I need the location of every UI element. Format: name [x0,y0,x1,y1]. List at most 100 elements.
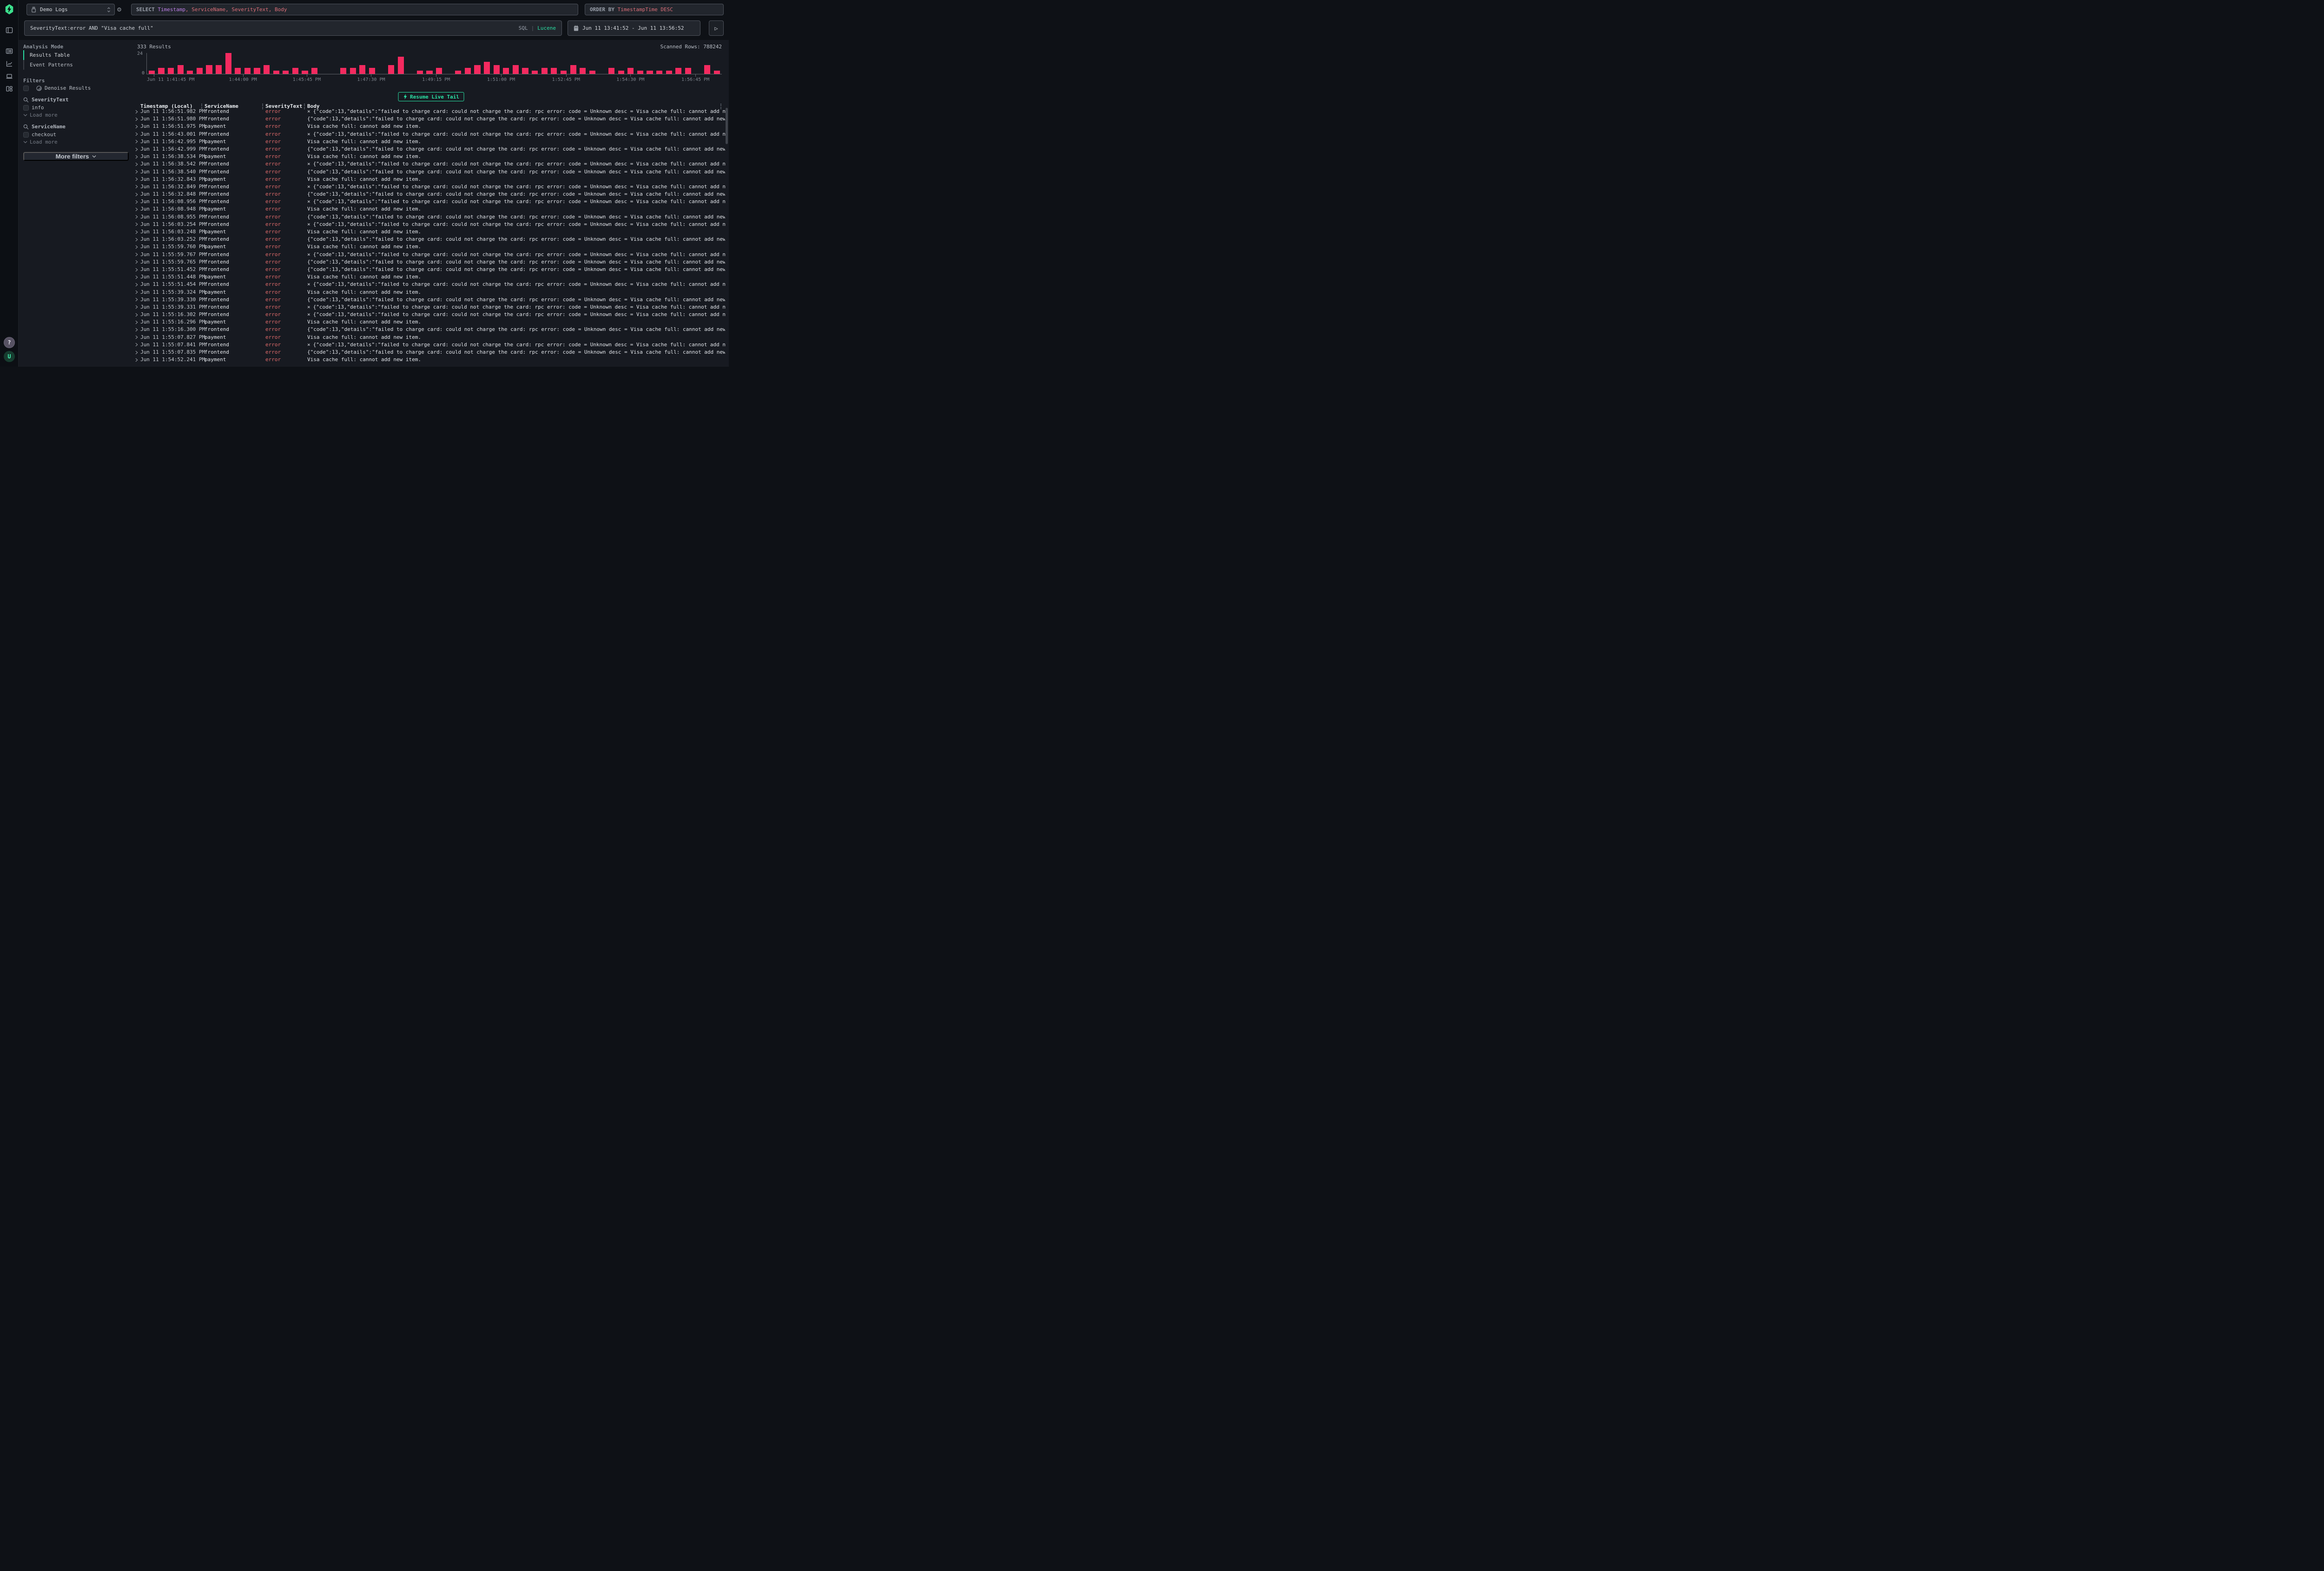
row-expand-chevron-icon[interactable] [135,215,140,219]
table-row[interactable]: Jun 11 1:55:16.300 PMfrontenderror{"code… [133,326,725,333]
row-expand-chevron-icon[interactable] [135,230,140,234]
histogram-bar-slot[interactable] [588,53,597,74]
table-row[interactable]: Jun 11 1:56:08.948 PMpaymenterrorVisa ca… [133,205,725,213]
histogram-bar-slot[interactable] [549,53,559,74]
row-expand-chevron-icon[interactable] [135,275,140,279]
histogram-bar[interactable] [551,68,557,74]
histogram-bar-slot[interactable] [434,53,444,74]
more-filters-button[interactable]: More filters [23,152,129,161]
row-expand-chevron-icon[interactable] [135,245,140,249]
search-icon[interactable] [23,124,29,130]
histogram-bar-slot[interactable] [157,53,166,74]
table-row[interactable]: Jun 11 1:56:38.542 PMfrontenderror×{"cod… [133,160,725,168]
vertical-scrollbar-thumb[interactable] [726,108,728,144]
histogram-bar[interactable] [589,71,595,74]
load-more-servicename[interactable]: Load more [23,139,58,145]
laptop-icon[interactable] [6,73,13,80]
run-query-button[interactable]: ▷ [709,20,724,36]
histogram-bar[interactable] [580,68,586,74]
histogram-bar[interactable] [465,68,471,74]
histogram-bar-slot[interactable] [568,53,578,74]
table-row[interactable]: Jun 11 1:56:42.999 PMfrontenderror{"code… [133,145,725,153]
help-button[interactable]: ? [4,337,15,348]
histogram-bar[interactable] [197,68,203,74]
row-expand-chevron-icon[interactable] [135,185,140,189]
histogram-bar[interactable] [398,57,404,74]
histogram-bar-slot[interactable] [348,53,358,74]
histogram-bar[interactable] [484,62,490,74]
filter-option-label[interactable]: checkout [32,132,56,138]
order-by-input[interactable]: ORDER BY TimestampTime DESC [585,4,724,15]
table-row[interactable]: Jun 11 1:54:52.241 PMpaymenterrorVisa ca… [133,356,725,363]
histogram-bar-slot[interactable] [492,53,502,74]
histogram-bar-slot[interactable] [176,53,185,74]
histogram-bar-slot[interactable] [262,53,271,74]
row-expand-chevron-icon[interactable] [135,139,140,144]
histogram-bar[interactable] [561,71,567,74]
histogram-bar-slot[interactable] [664,53,674,74]
histogram-bar[interactable] [264,65,270,74]
histogram-bar-slot[interactable] [645,53,655,74]
histogram-bar[interactable] [503,68,509,74]
table-row[interactable]: Jun 11 1:55:51.448 PMpaymenterrorVisa ca… [133,273,725,281]
histogram-bar-slot[interactable] [702,53,712,74]
histogram-bar-slot[interactable] [693,53,703,74]
histogram-bar-slot[interactable] [712,53,722,74]
row-expand-chevron-icon[interactable] [135,110,140,114]
histogram-bar-slot[interactable] [616,53,626,74]
table-row[interactable]: Jun 11 1:56:32.848 PMfrontenderror{"code… [133,191,725,198]
row-expand-chevron-icon[interactable] [135,260,140,264]
histogram-bar-slot[interactable] [683,53,693,74]
histogram-bar-slot[interactable] [367,53,377,74]
histogram-bar[interactable] [244,68,251,74]
histogram-bar[interactable] [369,68,375,74]
histogram-bar-slot[interactable] [224,53,233,74]
resume-live-tail-button[interactable]: Resume Live Tail [398,92,464,101]
denoise-label[interactable]: Denoise Results [45,85,91,91]
histogram-bar-slot[interactable] [502,53,511,74]
histogram-bar-slot[interactable] [252,53,262,74]
gear-icon[interactable]: ⚙ [117,2,125,16]
histogram-bar-slot[interactable] [674,53,684,74]
histogram-bar[interactable] [311,68,317,74]
table-row[interactable]: Jun 11 1:56:03.252 PMfrontenderror{"code… [133,236,725,243]
panel-left-icon[interactable] [6,26,13,34]
histogram-bar-slot[interactable] [530,53,540,74]
histogram-bar[interactable] [187,71,193,74]
user-avatar[interactable]: U [4,351,15,362]
histogram-bar[interactable] [254,68,260,74]
histogram-bar[interactable] [474,65,480,74]
row-expand-chevron-icon[interactable] [135,320,140,324]
table-row[interactable]: Jun 11 1:56:03.248 PMpaymenterrorVisa ca… [133,228,725,236]
table-row[interactable]: Jun 11 1:55:59.760 PMpaymenterrorVisa ca… [133,243,725,251]
histogram-bar-slot[interactable] [473,53,482,74]
histogram-bar-slot[interactable] [405,53,415,74]
histogram-bar-slot[interactable] [482,53,492,74]
row-expand-chevron-icon[interactable] [135,177,140,181]
histogram-bar[interactable] [522,68,528,74]
histogram-bar[interactable] [216,65,222,74]
histogram-bar[interactable] [292,68,298,74]
histogram-bar-slot[interactable] [425,53,435,74]
histogram-bar-slot[interactable] [377,53,387,74]
histogram-bar[interactable] [225,53,231,74]
histogram-bar-slot[interactable] [357,53,367,74]
histogram-bar-slot[interactable] [290,53,300,74]
histogram-bar-slot[interactable] [444,53,454,74]
table-row[interactable]: Jun 11 1:55:51.452 PMfrontenderror{"code… [133,266,725,273]
row-expand-chevron-icon[interactable] [135,305,140,309]
histogram-bar[interactable] [455,71,461,74]
histogram-bar[interactable] [685,68,691,74]
histogram-bar[interactable] [158,68,164,74]
histogram-bar[interactable] [608,68,614,74]
histogram-bar[interactable] [149,71,155,74]
results-histogram[interactable]: 24 0 Jun 11 1:41:45 PM1:44:00 PM1:45:45 … [137,53,722,74]
histogram-bar-slot[interactable] [521,53,530,74]
histogram-bar-slot[interactable] [540,53,549,74]
histogram-bar[interactable] [206,65,212,74]
table-row[interactable]: Jun 11 1:56:32.843 PMpaymenterrorVisa ca… [133,176,725,183]
row-expand-chevron-icon[interactable] [135,350,140,355]
histogram-bar[interactable] [704,65,710,74]
histogram-bar-slot[interactable] [319,53,329,74]
table-row[interactable]: Jun 11 1:55:16.302 PMfrontenderror×{"cod… [133,311,725,318]
